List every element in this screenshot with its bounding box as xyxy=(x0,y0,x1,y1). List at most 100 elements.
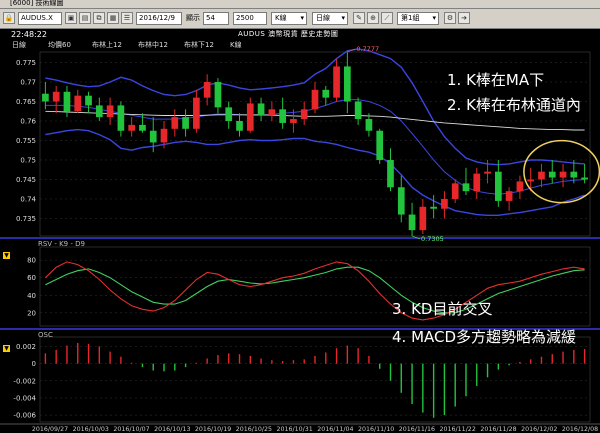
candle-body xyxy=(128,124,136,131)
osc-panel-title: OSC xyxy=(38,331,53,339)
candle-body xyxy=(365,119,373,131)
candle-body xyxy=(106,105,114,118)
kd-tick-label: 60 xyxy=(27,274,36,282)
candle-body xyxy=(451,183,459,199)
candle-body xyxy=(311,89,319,110)
candle-body xyxy=(505,191,513,201)
osc-tick-label: 0.002 xyxy=(16,343,36,351)
kd-tick-label: 20 xyxy=(27,309,36,317)
date-tick-label: 2016/11/16 xyxy=(399,426,435,433)
candle-body xyxy=(538,171,545,180)
date-tick-label: 2016/10/31 xyxy=(276,426,312,433)
candle-body xyxy=(246,103,254,131)
candle-body xyxy=(52,91,60,102)
annotation-4: 4. MACD多方趨勢略為減緩 xyxy=(392,328,577,346)
date-tick-label: 2016/10/25 xyxy=(236,426,272,433)
candle-body xyxy=(441,198,448,209)
candle-body xyxy=(193,97,200,129)
candle-body xyxy=(559,171,567,178)
candle-body xyxy=(430,206,437,209)
candle-body xyxy=(290,119,297,123)
date-tick-label: 2016/12/08 xyxy=(562,426,598,433)
candle-body xyxy=(548,171,556,178)
candle-body xyxy=(149,130,157,143)
price-tick-label: 0.775 xyxy=(16,59,36,67)
candle-body xyxy=(225,107,233,121)
candle-body xyxy=(203,82,211,98)
d9-line xyxy=(45,266,585,314)
kd-tick-label: 80 xyxy=(27,257,36,265)
candle-body xyxy=(322,89,330,98)
date-tick-label: 2016/09/27 xyxy=(32,426,68,433)
panel-frame xyxy=(39,246,591,327)
osc-tick-label: -0.006 xyxy=(13,412,36,420)
osc-tick-label: -0.004 xyxy=(13,394,36,402)
candle-body xyxy=(214,82,222,108)
candle-body xyxy=(300,109,308,120)
candle-body xyxy=(397,187,405,215)
candle-body xyxy=(236,121,243,131)
min-price-label: 0.7305 xyxy=(421,235,444,243)
date-tick-label: 2016/11/22 xyxy=(440,426,476,433)
price-tick-label: 0.76 xyxy=(20,118,36,126)
candle-body xyxy=(570,171,578,178)
candle-body xyxy=(85,95,92,106)
candle-body xyxy=(42,93,49,102)
max-price-label: 0.7777 xyxy=(356,45,379,53)
kd-panel-marker[interactable]: ▼ xyxy=(3,252,10,259)
price-tick-label: 0.755 xyxy=(16,137,36,145)
candle-body xyxy=(408,214,416,231)
candle-body xyxy=(139,124,146,131)
osc-tick-label: 0 xyxy=(32,360,36,368)
annotation-1: 1. K棒在MA下 xyxy=(447,71,545,89)
bollinger-lower-line xyxy=(45,128,585,217)
candle-body xyxy=(63,91,71,112)
date-tick-label: 2016/12/02 xyxy=(521,426,557,433)
date-tick-label: 2016/10/19 xyxy=(195,426,231,433)
candle-body xyxy=(581,177,588,180)
candle-body xyxy=(387,159,394,188)
candle-body xyxy=(268,109,276,116)
date-tick-label: 2016/10/07 xyxy=(113,426,149,433)
candle-body xyxy=(171,117,179,129)
candle-body xyxy=(376,130,384,160)
candle-body xyxy=(279,109,286,123)
date-tick-label: 2016/10/03 xyxy=(73,426,109,433)
kd-tick-label: 40 xyxy=(27,292,36,300)
price-tick-label: 0.745 xyxy=(16,176,36,184)
price-tick-label: 0.765 xyxy=(16,98,36,106)
candle-body xyxy=(344,66,351,102)
candle-body xyxy=(333,66,340,98)
kd-panel-title: RSV - K9 - D9 xyxy=(38,240,85,248)
osc-tick-label: -0.002 xyxy=(13,377,36,385)
candle-body xyxy=(516,181,524,192)
price-tick-label: 0.75 xyxy=(20,156,36,164)
k9-line xyxy=(45,261,585,321)
candle-body xyxy=(527,179,535,182)
candle-body xyxy=(494,171,502,201)
ma60-line xyxy=(45,110,585,131)
chart-canvas: 0.775 0.77 0.765 0.76 0.755 0.75 0.745 0.74 0.73… xyxy=(0,45,600,433)
osc-panel-marker[interactable]: ▼ xyxy=(3,345,10,352)
price-tick-label: 0.74 xyxy=(20,195,36,203)
candle-body xyxy=(117,105,125,131)
date-tick-label: 2016/10/13 xyxy=(154,426,190,433)
candle-body xyxy=(182,117,189,129)
candle-body xyxy=(473,173,481,192)
candle-body xyxy=(419,206,427,231)
panel-frame xyxy=(39,336,591,423)
candle-body xyxy=(95,105,103,118)
date-tick-label: 2016/11/10 xyxy=(358,426,394,433)
candle-body xyxy=(484,171,491,174)
price-tick-label: 0.77 xyxy=(20,79,36,87)
date-tick-label: 2016/11/04 xyxy=(317,426,353,433)
candle-body xyxy=(462,183,470,192)
candle-body xyxy=(74,95,82,112)
price-tick-label: 0.735 xyxy=(16,215,36,223)
annotation-3: 3. KD目前交叉 xyxy=(392,300,493,318)
candle-body xyxy=(354,101,362,120)
date-tick-label: 2016/11/28 xyxy=(480,426,516,433)
annotation-2: 2. K棒在布林通道內 xyxy=(447,96,581,114)
candle-body xyxy=(257,103,265,116)
candle-body xyxy=(160,128,168,143)
